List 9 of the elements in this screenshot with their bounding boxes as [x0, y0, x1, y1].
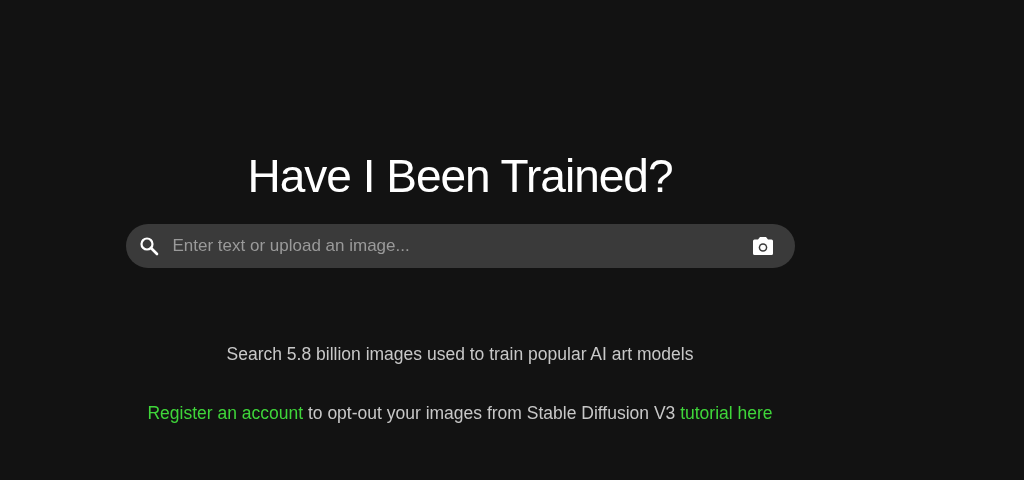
search-field[interactable]: Enter text or upload an image... — [125, 224, 795, 268]
camera-icon[interactable] — [750, 236, 775, 256]
page-title: Have I Been Trained? — [247, 149, 673, 204]
opt-out-notice: Register an account to opt-out your images from Stable Diffusion V3 tutorial here — [147, 403, 773, 424]
register-link[interactable]: Register an account — [147, 403, 304, 423]
search-input[interactable]: Enter text or upload an image... — [170, 235, 739, 257]
tutorial-link[interactable]: tutorial here — [680, 403, 773, 423]
search-icon — [138, 236, 159, 256]
subtitle-text: Search 5.8 billion images used to train popular AI art models — [226, 344, 694, 365]
